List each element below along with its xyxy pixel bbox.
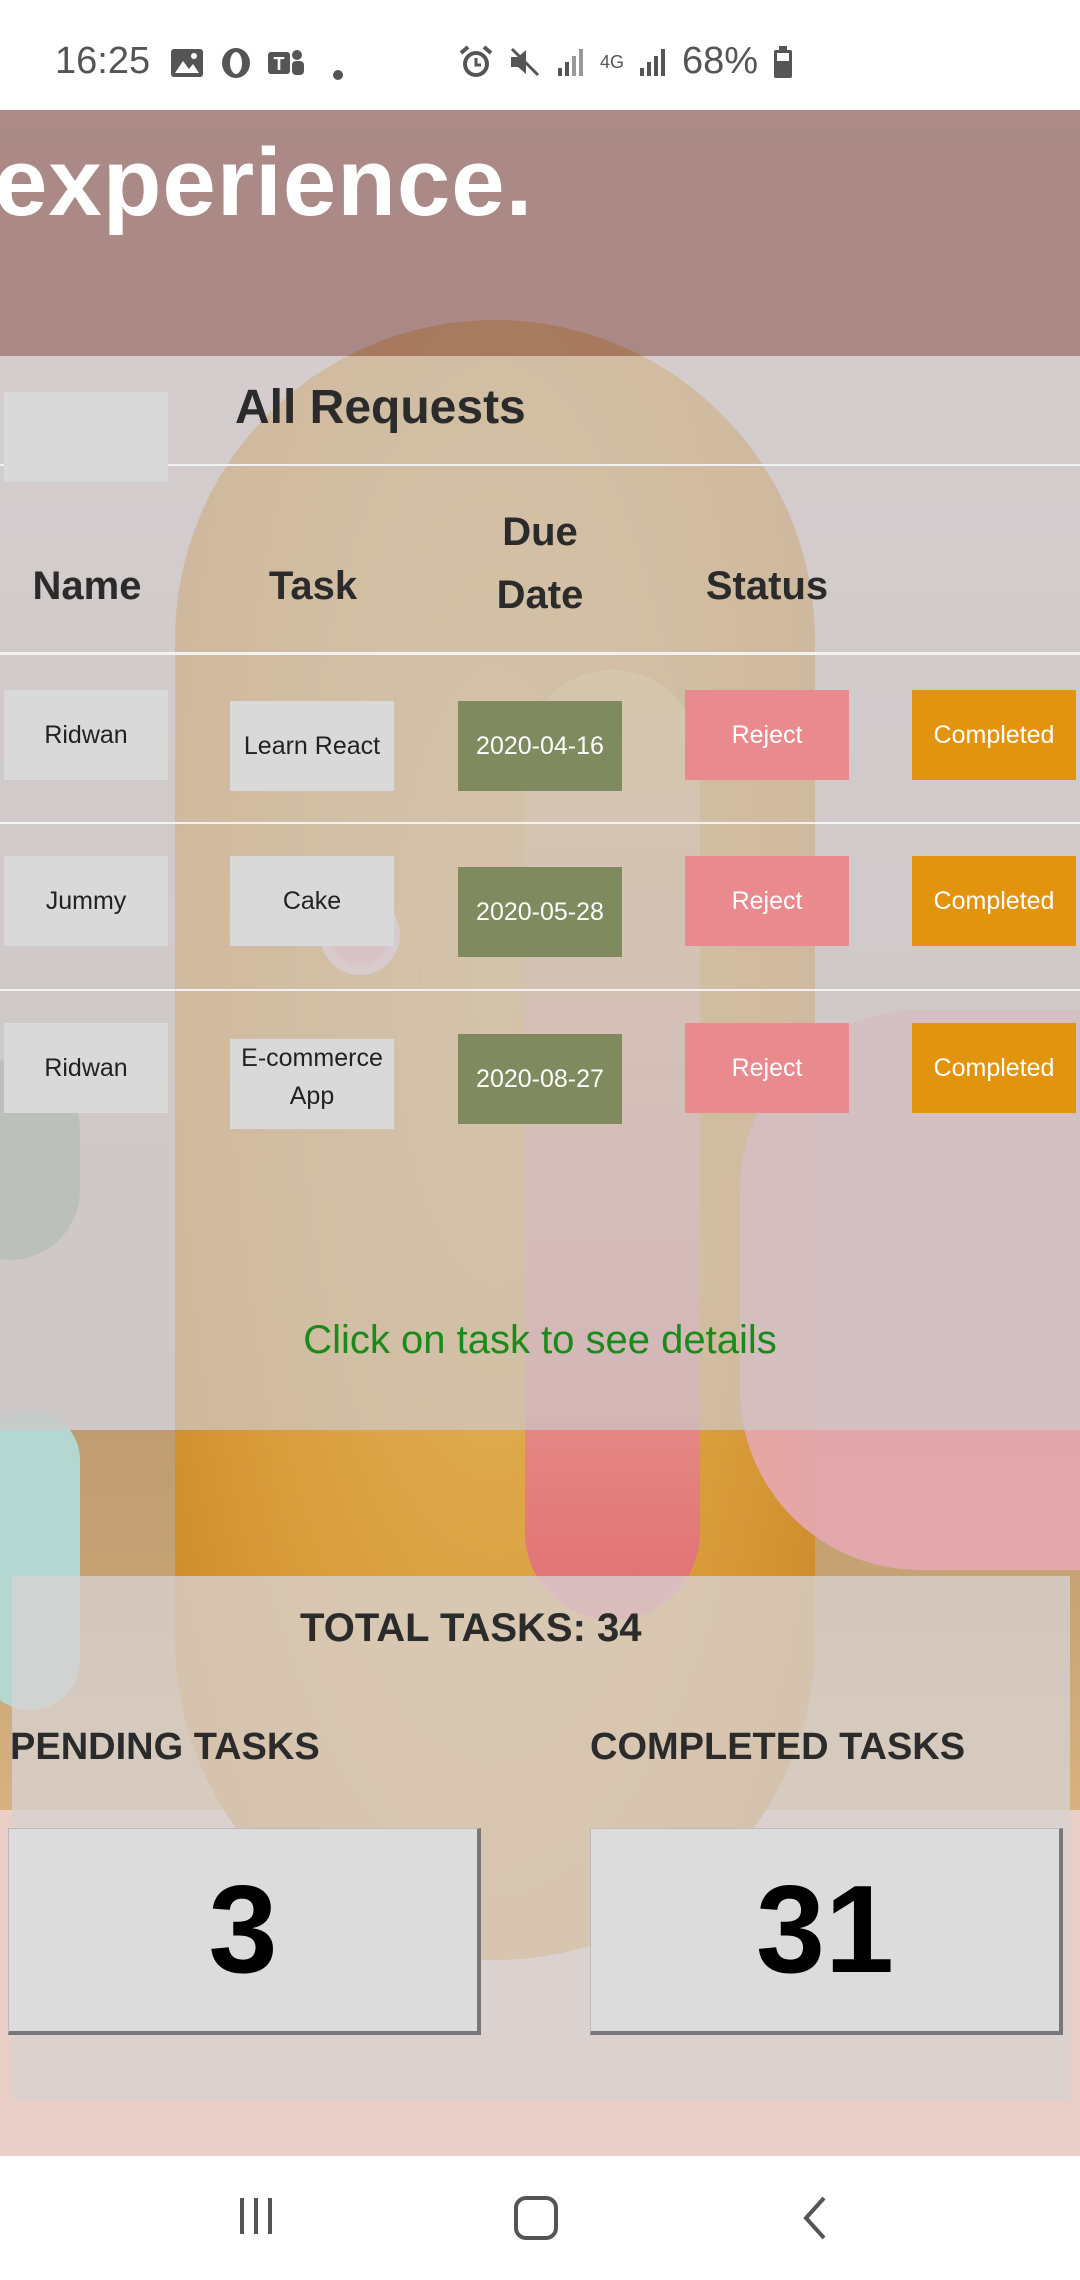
request-name: Jummy	[4, 856, 168, 946]
gallery-icon	[171, 49, 203, 77]
reject-button[interactable]: Reject	[685, 856, 849, 946]
request-task[interactable]: Learn React	[230, 701, 394, 791]
divider	[0, 989, 1080, 991]
header-name: Name	[32, 564, 142, 608]
request-task[interactable]: E-commerce App	[230, 1039, 394, 1129]
request-name: Ridwan	[4, 690, 168, 780]
status-time: 16:25	[55, 40, 151, 82]
request-due-date: 2020-04-16	[458, 701, 622, 791]
signal-icon	[558, 48, 583, 76]
signal-icon	[640, 48, 665, 76]
completed-button[interactable]: Completed	[912, 856, 1076, 946]
pending-label: PENDING TASKS	[10, 1726, 320, 1768]
pending-count[interactable]: 3	[8, 1828, 481, 2035]
battery-percent: 68%	[682, 40, 759, 82]
completed-count[interactable]: 31	[590, 1828, 1063, 2035]
header-status: Status	[705, 564, 829, 608]
stats-panel: TOTAL TASKS: 34 PENDING TASKS COMPLETED …	[8, 1576, 1070, 2100]
notification-dot-icon	[333, 70, 343, 80]
request-due-date: 2020-08-27	[458, 1034, 622, 1124]
teams-icon: T	[268, 50, 304, 75]
recents-icon[interactable]	[234, 2194, 278, 2238]
navigation-bar	[0, 2156, 1080, 2280]
requests-title: All Requests	[235, 381, 526, 434]
request-task[interactable]: Cake	[230, 856, 394, 946]
battery-icon	[774, 45, 793, 78]
status-right: 4G 68%	[458, 40, 794, 83]
reject-button[interactable]: Reject	[685, 690, 849, 780]
network-type: 4G	[600, 51, 625, 72]
requests-panel: All Requests Name Task Due Date Status R…	[0, 356, 1080, 1430]
hero-heading: experience.	[0, 129, 534, 236]
opera-icon	[222, 48, 250, 78]
completed-label: COMPLETED TASKS	[590, 1726, 966, 1768]
header-due-date: Due Date	[496, 510, 584, 617]
svg-text:T: T	[274, 54, 285, 74]
header-task: Task	[268, 564, 358, 608]
hint-text: Click on task to see details	[303, 1318, 777, 1362]
status-bar: 16:25 T 4G 68%	[0, 0, 1080, 110]
alarm-icon	[459, 44, 493, 77]
total-tasks: TOTAL TASKS: 34	[300, 1606, 642, 1650]
request-name: Ridwan	[4, 1023, 168, 1113]
home-icon[interactable]	[512, 2194, 560, 2242]
request-due-date: 2020-05-28	[458, 867, 622, 957]
mute-icon	[510, 47, 540, 76]
completed-button[interactable]: Completed	[912, 690, 1076, 780]
reject-button[interactable]: Reject	[685, 1023, 849, 1113]
divider	[0, 822, 1080, 824]
back-icon[interactable]	[800, 2194, 830, 2242]
completed-button[interactable]: Completed	[912, 1023, 1076, 1113]
